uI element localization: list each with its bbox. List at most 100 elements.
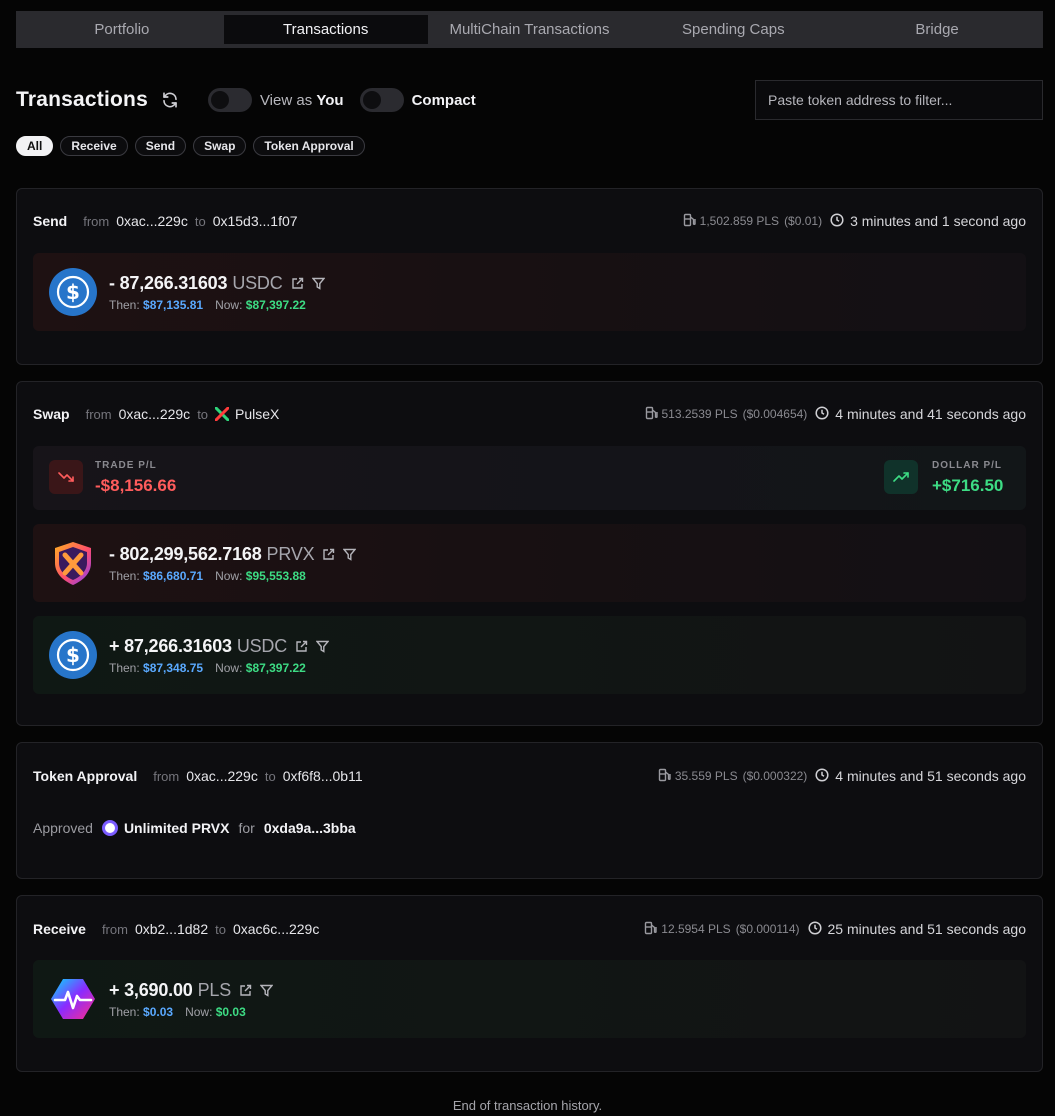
time-ago: 3 minutes and 1 second ago <box>830 212 1026 230</box>
from-address[interactable]: 0xac...229c <box>186 768 258 784</box>
price-then: $87,348.75 <box>143 660 204 675</box>
external-link-icon[interactable] <box>295 640 308 653</box>
approval-details: Approved Unlimited PRVX for 0xda9a...3bb… <box>33 820 356 836</box>
gas-and-time: 513.2539 PLS ($0.004654) 4 minutes and 4… <box>645 405 1026 423</box>
view-as-you-bold: You <box>316 91 344 109</box>
transaction-card-token-approval: Token Approval from 0xac...229c to 0xf6f… <box>16 742 1043 879</box>
transaction-card-send: Send from 0xac...229c to 0x15d3...1f07 1… <box>16 188 1043 365</box>
compact-toggle[interactable] <box>359 88 404 112</box>
then-label: Then: <box>109 1004 140 1019</box>
usdc-icon: $ <box>49 268 97 316</box>
token-symbol: PLS <box>197 979 232 1000</box>
then-label: Then: <box>109 660 140 675</box>
transaction-type: Receive <box>33 921 86 937</box>
tab-spending-caps[interactable]: Spending Caps <box>631 15 835 44</box>
dollar-pl-value: +$716.50 <box>932 476 1004 495</box>
price-line: Then: $86,680.71 Now: $95,553.88 <box>109 569 356 583</box>
filter-chip-swap[interactable]: Swap <box>193 136 247 156</box>
tab-bridge[interactable]: Bridge <box>835 15 1039 44</box>
price-then: $86,680.71 <box>143 568 204 583</box>
gas-and-time: 35.559 PLS ($0.000322) 4 minutes and 51 … <box>658 767 1026 785</box>
tab-transactions[interactable]: Transactions <box>223 15 428 44</box>
to-address[interactable]: 0xf6f8...0b11 <box>283 768 363 784</box>
filter-chip-token-approval[interactable]: Token Approval <box>253 136 365 156</box>
tab-portfolio[interactable]: Portfolio <box>20 15 224 44</box>
filter-chip-receive[interactable]: Receive <box>60 136 128 156</box>
token-info: + 3,690.00 PLS Then: $0.03 Now: $0.03 <box>109 979 274 1019</box>
transaction-header-row: Token Approval from 0xac...229c to 0xf6f… <box>33 765 1026 787</box>
transaction-header-row: Swap from 0xac...229c to PulseX 513.2539… <box>33 403 1026 425</box>
spender-address[interactable]: 0xda9a...3bba <box>264 820 356 836</box>
filter-icon[interactable] <box>343 548 357 561</box>
gas-amount: 12.5954 PLS <box>661 922 731 936</box>
time-text: 3 minutes and 1 second ago <box>850 213 1026 229</box>
price-then: $87,135.81 <box>143 297 204 312</box>
time-ago: 4 minutes and 51 seconds ago <box>815 767 1026 785</box>
time-ago: 25 minutes and 51 seconds ago <box>807 920 1026 938</box>
from-address[interactable]: 0xac...229c <box>116 213 188 229</box>
token-filter-input[interactable] <box>755 80 1043 120</box>
price-line: Then: $0.03 Now: $0.03 <box>109 1005 273 1019</box>
gas-amount: 513.2539 PLS <box>661 407 738 421</box>
gas-and-time: 1,502.859 PLS ($0.01) 3 minutes and 1 se… <box>683 212 1026 230</box>
to-address[interactable]: 0x15d3...1f07 <box>213 213 298 229</box>
price-then: $0.03 <box>143 1004 174 1019</box>
token-amount: - 87,266.31603 <box>109 272 228 293</box>
to-label: to <box>197 406 209 422</box>
transaction-type: Token Approval <box>33 768 138 784</box>
from-label: from <box>83 213 110 229</box>
from-address[interactable]: 0xac...229c <box>119 406 191 422</box>
token-row: $ - 87,266.31603 USDC Then: $87,135.81 No… <box>33 253 1026 331</box>
pulsex-icon <box>215 407 230 421</box>
trend-down-icon <box>49 460 83 494</box>
price-now: $87,397.22 <box>245 297 306 312</box>
price-line: Then: $87,348.75 Now: $87,397.22 <box>109 661 329 675</box>
filter-icon[interactable] <box>311 277 325 290</box>
from-label: from <box>153 768 180 784</box>
end-of-history-message: End of transaction history. <box>452 1098 603 1113</box>
transaction-header-row: Receive from 0xb2...1d82 to 0xac6c...229… <box>33 918 1026 940</box>
now-label: Now: <box>215 568 243 583</box>
token-amount: + 3,690.00 <box>109 979 193 1000</box>
trade-pl-value: -$8,156.66 <box>95 476 177 495</box>
token-symbol: PRVX <box>266 543 315 564</box>
from-address[interactable]: 0xb2...1d82 <box>135 921 208 937</box>
external-link-icon[interactable] <box>291 277 304 290</box>
filter-chips: All Receive Send Swap Token Approval <box>16 136 365 156</box>
to-label: to <box>264 768 276 784</box>
amount-line: + 87,266.31603 USDC <box>109 636 330 657</box>
view-as-you-toggle[interactable] <box>207 88 252 112</box>
prvx-icon <box>49 539 97 587</box>
trend-up-icon <box>884 460 918 494</box>
clock-icon <box>815 405 829 423</box>
prvx-token-icon <box>101 820 118 836</box>
filter-chip-all[interactable]: All <box>16 136 54 156</box>
refresh-icon[interactable] <box>160 90 180 110</box>
token-symbol: USDC <box>232 272 283 293</box>
external-link-icon[interactable] <box>239 984 252 997</box>
filter-icon[interactable] <box>316 640 330 653</box>
compact-toggle-group: Compact <box>359 88 476 112</box>
filter-icon[interactable] <box>260 984 274 997</box>
to-address[interactable]: PulseX <box>235 406 279 422</box>
transaction-header-row: Send from 0xac...229c to 0x15d3...1f07 1… <box>33 210 1026 232</box>
filter-chip-send[interactable]: Send <box>134 136 187 156</box>
amount-line: + 3,690.00 PLS <box>109 979 274 1001</box>
transaction-type: Send <box>33 213 68 229</box>
external-link-icon[interactable] <box>322 548 335 561</box>
then-label: Then: <box>109 568 140 583</box>
transaction-type: Swap <box>33 406 70 422</box>
to-address[interactable]: 0xac6c...229c <box>233 921 319 937</box>
view-as-you-toggle-group: View as You <box>207 88 344 112</box>
now-label: Now: <box>215 660 243 675</box>
gas-amount: 1,502.859 PLS <box>699 214 780 228</box>
now-label: Now: <box>215 297 243 312</box>
tab-multichain-transactions[interactable]: MultiChain Transactions <box>428 15 632 44</box>
main-tabs: Portfolio Transactions MultiChain Transa… <box>16 11 1043 48</box>
time-text: 25 minutes and 51 seconds ago <box>827 921 1026 937</box>
profit-loss-row: TRADE P/L -$8,156.66 DOLLAR P/L +$716.50 <box>33 446 1026 510</box>
gas-usd: ($0.01) <box>784 214 823 228</box>
gas-usd: ($0.000322) <box>742 769 808 783</box>
transactions-header: Transactions View as You Compact <box>16 80 1043 120</box>
to-label: to <box>194 213 206 229</box>
